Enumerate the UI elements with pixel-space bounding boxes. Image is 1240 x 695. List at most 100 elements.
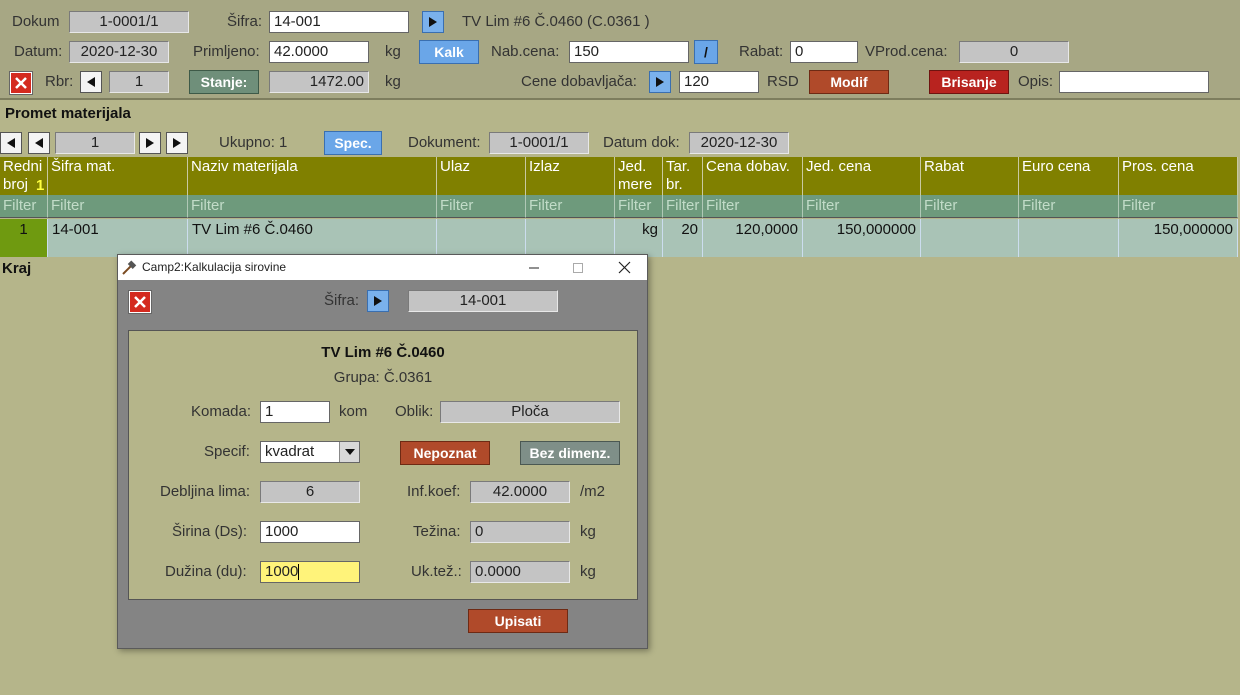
col-header-izlaz[interactable]: Izlaz xyxy=(526,157,615,195)
kalkulacija-dialog: Camp2:Kalkulacija sirovine Šifra: 14-001… xyxy=(117,254,648,649)
caret-left-icon xyxy=(7,138,15,148)
sifra-lookup-button[interactable] xyxy=(422,11,444,33)
maximize-icon[interactable] xyxy=(572,262,584,274)
cell-redni-broj[interactable]: 1 xyxy=(0,219,48,257)
infkoef-field: 42.0000 xyxy=(470,481,570,503)
ukupno-label: Ukupno: 1 xyxy=(219,134,288,151)
sifra-input[interactable]: 14-001 xyxy=(269,11,409,33)
hammer-icon xyxy=(122,260,137,275)
datumdok-field: 2020-12-30 xyxy=(689,132,789,154)
filter-jed-cena[interactable]: Filter xyxy=(803,195,921,218)
cell-sifra[interactable]: 14-001 xyxy=(48,219,188,257)
debljina-label: Debljina lima: xyxy=(160,483,251,500)
cell-cena-dobav[interactable]: 120,0000 xyxy=(703,219,803,257)
upisati-button[interactable]: Upisati xyxy=(468,609,568,633)
col-header-jed-cena[interactable]: Jed. cena xyxy=(803,157,921,195)
dialog-sifra-lookup-button[interactable] xyxy=(367,290,389,312)
specif-select[interactable]: kvadrat xyxy=(260,441,360,463)
filter-tar-br[interactable]: Filter xyxy=(663,195,703,218)
filter-jed-mere[interactable]: Filter xyxy=(615,195,663,218)
rabat-input[interactable]: 0 xyxy=(790,41,858,63)
text-cursor xyxy=(298,564,300,581)
cell-rabat[interactable] xyxy=(921,219,1019,257)
col-header-jed-mere[interactable]: Jed. mere xyxy=(615,157,663,195)
col-header-sifra[interactable]: Šifra mat. xyxy=(48,157,188,195)
cell-ulaz[interactable] xyxy=(437,219,526,257)
filter-cena-dobav[interactable]: Filter xyxy=(703,195,803,218)
duzina-input[interactable]: 1000 xyxy=(260,561,360,583)
modif-button[interactable]: Modif xyxy=(809,70,889,94)
cell-euro-cena[interactable] xyxy=(1019,219,1119,257)
filter-rabat[interactable]: Filter xyxy=(921,195,1019,218)
dialog-sifra-field: 14-001 xyxy=(408,290,558,312)
header-panel: Dokum 1-0001/1 Šifra: 14-001 TV Lim #6 Č… xyxy=(0,0,1240,100)
duzina-value: 1000 xyxy=(265,563,299,580)
cell-jed-mere[interactable]: kg xyxy=(615,219,663,257)
bez-dimenz-button[interactable]: Bez dimenz. xyxy=(520,441,620,465)
col-header-cena-dobav[interactable]: Cena dobav. xyxy=(703,157,803,195)
col-header-ulaz[interactable]: Ulaz xyxy=(437,157,526,195)
play-icon xyxy=(429,17,437,27)
opis-label: Opis: xyxy=(1018,73,1054,90)
slash-button[interactable]: / xyxy=(694,40,718,64)
minimize-icon[interactable] xyxy=(528,262,540,274)
sort-indicator: 1 xyxy=(36,177,45,194)
last-page-button[interactable] xyxy=(166,132,188,154)
prev-page-button[interactable] xyxy=(28,132,50,154)
cell-tar-br[interactable]: 20 xyxy=(663,219,703,257)
filter-naziv[interactable]: Filter xyxy=(188,195,437,218)
sirina-input[interactable]: 1000 xyxy=(260,521,360,543)
close-icon[interactable] xyxy=(618,261,631,274)
nepoznat-button[interactable]: Nepoznat xyxy=(400,441,490,465)
dokum-field: 1-0001/1 xyxy=(69,11,189,33)
oblik-field: Ploča xyxy=(440,401,620,423)
cell-pros-cena[interactable]: 150,000000 xyxy=(1119,219,1238,257)
dokument-field: 1-0001/1 xyxy=(489,132,589,154)
datum-label: Datum: xyxy=(14,43,63,60)
brisanje-button[interactable]: Brisanje xyxy=(929,70,1009,94)
dialog-cancel-button[interactable] xyxy=(128,290,152,314)
cell-naziv[interactable]: TV Lim #6 Č.0460 xyxy=(188,219,437,257)
next-page-button[interactable] xyxy=(139,132,161,154)
material-grupa: Grupa: Č.0361 xyxy=(333,369,433,386)
material-name: TV Lim #6 Č.0460 xyxy=(321,344,445,361)
primljeno-input[interactable]: 42.0000 xyxy=(269,41,369,63)
kg-unit: kg xyxy=(385,43,401,60)
filter-redni-broj[interactable]: Filter xyxy=(0,195,48,218)
cene-dobavljaca-label: Cene dobavljača: xyxy=(521,73,637,90)
col-header-pros-cena[interactable]: Pros. cena xyxy=(1119,157,1238,195)
cene-lookup-button[interactable] xyxy=(649,71,671,93)
stanje-button[interactable]: Stanje: xyxy=(189,70,259,94)
spec-button[interactable]: Spec. xyxy=(324,131,382,155)
duzina-label: Dužina (du): xyxy=(165,563,247,580)
chevron-down-icon[interactable] xyxy=(339,442,359,462)
dialog-titlebar[interactable]: Camp2:Kalkulacija sirovine xyxy=(118,255,647,280)
close-record-button[interactable] xyxy=(9,71,33,95)
col-header-redni-broj[interactable]: Redni broj 1 xyxy=(0,157,48,195)
opis-input[interactable] xyxy=(1059,71,1209,93)
col-header-naziv[interactable]: Naziv materijala xyxy=(188,157,437,195)
infkoef-label: Inf.koef: xyxy=(407,483,461,500)
cell-izlaz[interactable] xyxy=(526,219,615,257)
play-icon xyxy=(656,77,664,87)
filter-ulaz[interactable]: Filter xyxy=(437,195,526,218)
col-header-euro-cena[interactable]: Euro cena xyxy=(1019,157,1119,195)
page-field[interactable]: 1 xyxy=(55,132,135,154)
rbr-prev-button[interactable] xyxy=(80,71,102,93)
first-page-button[interactable] xyxy=(0,132,22,154)
nabcena-input[interactable]: 150 xyxy=(569,41,689,63)
caret-right-icon xyxy=(173,138,181,148)
komada-input[interactable]: 1 xyxy=(260,401,330,423)
filter-sifra[interactable]: Filter xyxy=(48,195,188,218)
kraj-label: Kraj xyxy=(2,260,32,277)
cene-input[interactable]: 120 xyxy=(679,71,759,93)
filter-izlaz[interactable]: Filter xyxy=(526,195,615,218)
filter-euro-cena[interactable]: Filter xyxy=(1019,195,1119,218)
kg-unit: kg xyxy=(580,563,596,580)
col-header-tar-br[interactable]: Tar. br. xyxy=(663,157,703,195)
filter-pros-cena[interactable]: Filter xyxy=(1119,195,1238,218)
kalk-button[interactable]: Kalk xyxy=(419,40,479,64)
cell-jed-cena[interactable]: 150,000000 xyxy=(803,219,921,257)
col-header-rabat[interactable]: Rabat xyxy=(921,157,1019,195)
datumdok-label: Datum dok: xyxy=(603,134,680,151)
